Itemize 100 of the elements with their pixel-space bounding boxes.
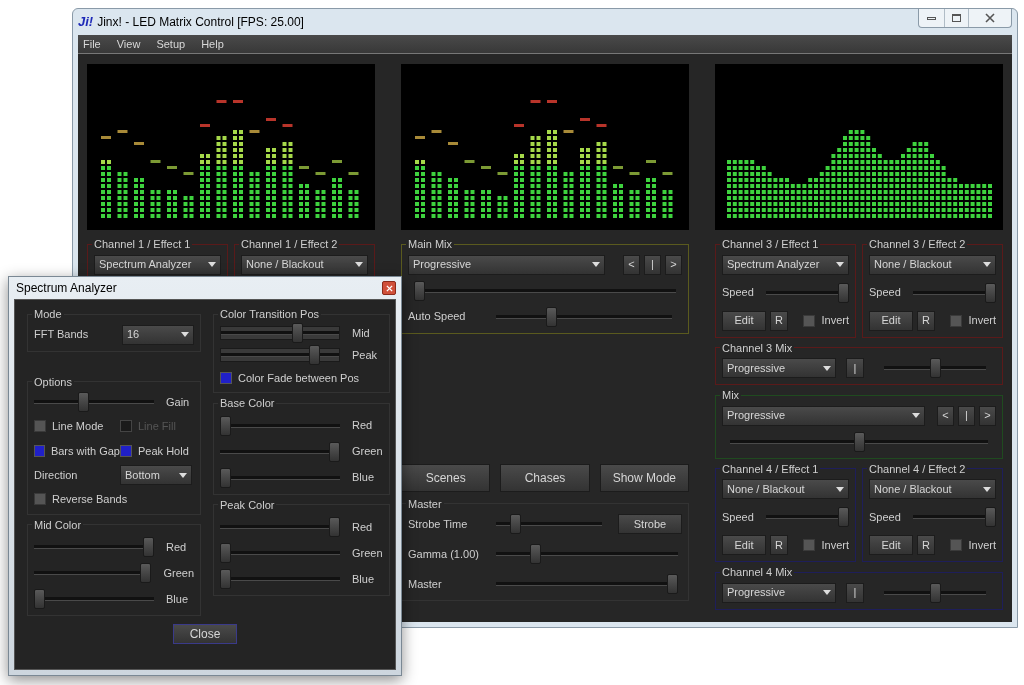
nav-button[interactable]: <: [623, 254, 640, 275]
menu-item[interactable]: View: [116, 35, 141, 53]
slider[interactable]: [414, 280, 676, 301]
edit-button[interactable]: Edit: [722, 310, 766, 331]
close-icon: [385, 284, 393, 292]
slider-thumb[interactable]: [34, 589, 45, 609]
reset-button[interactable]: R: [917, 535, 935, 555]
slider[interactable]: [34, 537, 154, 557]
edit-button[interactable]: Edit: [869, 535, 913, 555]
slider[interactable]: [220, 467, 340, 488]
caret-icon: [355, 262, 363, 267]
checkbox[interactable]: [220, 371, 232, 384]
checkbox[interactable]: [803, 314, 816, 327]
slider[interactable]: [766, 282, 849, 303]
reset-button[interactable]: R: [770, 310, 788, 331]
slider-thumb[interactable]: [220, 467, 231, 488]
slider[interactable]: [913, 507, 996, 527]
slider[interactable]: [496, 544, 678, 564]
close-button[interactable]: [382, 281, 396, 295]
slider-thumb[interactable]: [220, 569, 231, 589]
slider-label: Blue: [166, 591, 189, 607]
checkbox[interactable]: [34, 444, 45, 457]
slider[interactable]: [496, 514, 602, 534]
dropdown[interactable]: None / Blackout: [241, 254, 368, 275]
slider-thumb[interactable]: [140, 563, 152, 583]
mode-button[interactable]: Chases: [500, 463, 590, 492]
edit-button[interactable]: Edit: [722, 535, 766, 555]
mode-button[interactable]: Scenes: [401, 463, 491, 492]
strobe-button[interactable]: Strobe: [618, 514, 682, 534]
slider[interactable]: [496, 306, 672, 327]
slider-thumb[interactable]: [985, 507, 996, 527]
checkbox[interactable]: [120, 444, 132, 457]
nav-button[interactable]: |: [644, 254, 661, 275]
slider[interactable]: [220, 441, 340, 462]
slider[interactable]: [34, 563, 152, 583]
dropdown[interactable]: 16: [122, 324, 194, 345]
edit-button[interactable]: Edit: [869, 310, 913, 331]
slider[interactable]: [884, 358, 986, 378]
slider-thumb[interactable]: [308, 345, 320, 366]
checkbox[interactable]: [34, 493, 46, 506]
nav-button[interactable]: >: [979, 405, 996, 426]
slider-thumb[interactable]: [414, 280, 425, 301]
slider[interactable]: [220, 517, 340, 537]
slider[interactable]: [34, 392, 154, 412]
checkbox[interactable]: [803, 539, 816, 551]
dropdown[interactable]: None / Blackout: [722, 479, 849, 499]
dropdown[interactable]: Spectrum Analyzer: [94, 254, 221, 275]
menu-item[interactable]: Help: [201, 35, 224, 53]
nav-button[interactable]: |: [958, 405, 975, 426]
dropdown[interactable]: Bottom: [120, 465, 192, 485]
slider[interactable]: [220, 415, 340, 436]
slider[interactable]: [884, 582, 986, 603]
dropdown[interactable]: None / Blackout: [869, 254, 996, 275]
slider-thumb[interactable]: [329, 441, 340, 462]
slider-thumb[interactable]: [220, 415, 231, 436]
slider-thumb[interactable]: [329, 517, 340, 537]
checkbox[interactable]: [34, 420, 46, 433]
slider[interactable]: [221, 345, 339, 366]
dropdown[interactable]: Spectrum Analyzer: [722, 254, 849, 275]
slider-thumb[interactable]: [929, 582, 941, 603]
caret-icon: [836, 262, 844, 267]
slider-thumb[interactable]: [77, 392, 89, 412]
slider[interactable]: [220, 569, 340, 589]
slider[interactable]: [496, 574, 678, 594]
nav-button[interactable]: >: [665, 254, 682, 275]
slider[interactable]: [913, 282, 996, 303]
slider-thumb[interactable]: [853, 431, 865, 452]
slider-thumb[interactable]: [838, 282, 849, 303]
menu-item[interactable]: File: [83, 35, 101, 53]
dropdown[interactable]: Progressive: [722, 358, 836, 378]
slider-thumb[interactable]: [291, 322, 303, 343]
toggle-button[interactable]: |: [846, 582, 864, 603]
slider-thumb[interactable]: [143, 537, 154, 557]
slider[interactable]: [221, 322, 339, 343]
slider-thumb[interactable]: [929, 358, 941, 378]
reset-button[interactable]: R: [770, 535, 788, 555]
slider-thumb[interactable]: [838, 507, 849, 527]
slider-thumb[interactable]: [985, 282, 996, 303]
reset-button[interactable]: R: [917, 310, 935, 331]
slider[interactable]: [220, 543, 340, 563]
slider[interactable]: [766, 507, 849, 527]
slider[interactable]: [730, 431, 988, 452]
slider-thumb[interactable]: [667, 574, 678, 594]
menu-item[interactable]: Setup: [156, 35, 186, 53]
slider-thumb[interactable]: [220, 543, 231, 563]
slider-thumb[interactable]: [545, 306, 557, 327]
dropdown[interactable]: Progressive: [408, 254, 605, 275]
slider-thumb[interactable]: [510, 514, 522, 534]
toggle-button[interactable]: |: [846, 358, 864, 378]
dropdown[interactable]: Progressive: [722, 582, 836, 603]
dropdown[interactable]: None / Blackout: [869, 479, 996, 499]
checkbox[interactable]: [950, 314, 963, 327]
dropdown[interactable]: Progressive: [722, 405, 925, 426]
slider-thumb[interactable]: [530, 544, 542, 564]
field-label: Direction: [34, 467, 79, 483]
slider[interactable]: [34, 589, 154, 609]
mode-button[interactable]: Show Mode: [599, 463, 689, 492]
checkbox[interactable]: [950, 539, 963, 551]
nav-button[interactable]: <: [937, 405, 954, 426]
close-dialog-button[interactable]: Close: [173, 624, 237, 644]
